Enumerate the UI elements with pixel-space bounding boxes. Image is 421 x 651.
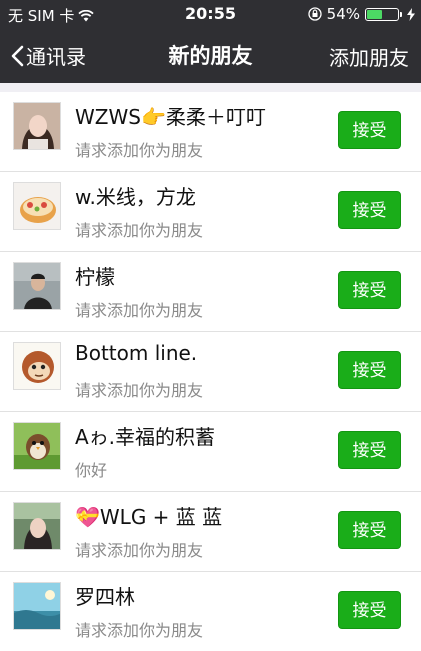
accept-button[interactable]: 接受 xyxy=(338,431,401,469)
request-message: 请求添加你为朋友 xyxy=(75,221,204,240)
nav-bar: 通讯录 新的朋友 添加朋友 xyxy=(0,28,421,83)
accept-button[interactable]: 接受 xyxy=(338,511,401,549)
battery-level xyxy=(367,9,383,19)
request-name: w.米线，方龙 xyxy=(75,185,196,209)
request-name: 罗四林 xyxy=(75,585,135,609)
list-item[interactable]: 💝WLG + 蓝 蓝 请求添加你为朋友 接受 xyxy=(0,492,421,572)
request-message: 你好 xyxy=(75,461,108,480)
status-bar: 无 SIM 卡 20:55 54% xyxy=(0,0,421,28)
avatar xyxy=(13,422,61,470)
battery-cap xyxy=(400,11,402,17)
accept-button[interactable]: 接受 xyxy=(338,351,401,389)
request-name: WZWS👉柔柔＋叮叮 xyxy=(75,105,266,129)
request-name: Bottom line. xyxy=(75,341,198,365)
avatar xyxy=(13,262,61,310)
request-name: 💝WLG + 蓝 蓝 xyxy=(75,505,223,529)
battery-percent: 54% xyxy=(326,5,360,23)
avatar xyxy=(13,102,61,150)
request-message: 请求添加你为朋友 xyxy=(75,381,204,400)
avatar xyxy=(13,582,61,630)
add-friend-button[interactable]: 添加朋友 xyxy=(329,42,409,71)
friend-request-list: WZWS👉柔柔＋叮叮 请求添加你为朋友 接受 w.米线，方龙 请求添加你为朋友 … xyxy=(0,92,421,651)
request-name: Aゎ.幸福的积蓄 xyxy=(75,425,216,449)
list-item[interactable]: 罗四林 请求添加你为朋友 接受 xyxy=(0,572,421,651)
request-name: 柠檬 xyxy=(75,265,115,289)
list-item[interactable]: Aゎ.幸福的积蓄 你好 接受 xyxy=(0,412,421,492)
request-message: 请求添加你为朋友 xyxy=(75,621,204,640)
accept-button[interactable]: 接受 xyxy=(338,111,401,149)
list-item[interactable]: WZWS👉柔柔＋叮叮 请求添加你为朋友 接受 xyxy=(0,92,421,172)
list-item[interactable]: 柠檬 请求添加你为朋友 接受 xyxy=(0,252,421,332)
avatar xyxy=(13,502,61,550)
charging-bolt-icon xyxy=(407,7,415,21)
request-message: 请求添加你为朋友 xyxy=(75,301,204,320)
request-message: 请求添加你为朋友 xyxy=(75,141,204,160)
accept-button[interactable]: 接受 xyxy=(338,191,401,229)
battery-icon xyxy=(365,7,399,21)
request-message: 请求添加你为朋友 xyxy=(75,541,204,560)
list-item[interactable]: w.米线，方龙 请求添加你为朋友 接受 xyxy=(0,172,421,252)
status-right: 54% xyxy=(308,5,415,23)
list-item[interactable]: Bottom line. 请求添加你为朋友 接受 xyxy=(0,332,421,412)
accept-button[interactable]: 接受 xyxy=(338,591,401,629)
avatar xyxy=(13,342,61,390)
accept-button[interactable]: 接受 xyxy=(338,271,401,309)
avatar xyxy=(13,182,61,230)
orientation-lock-icon xyxy=(308,7,322,21)
